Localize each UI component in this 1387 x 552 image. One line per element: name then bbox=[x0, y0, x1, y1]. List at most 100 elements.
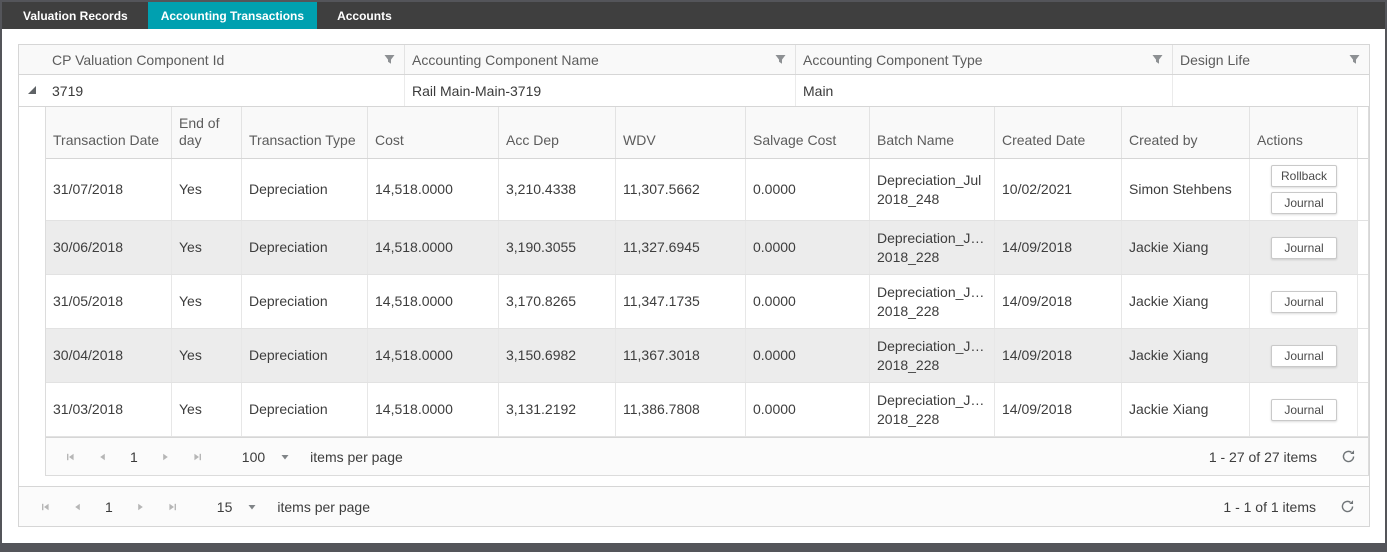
column-header-transaction-type[interactable]: Transaction Type bbox=[242, 107, 368, 158]
journal-button[interactable]: Journal bbox=[1271, 192, 1337, 214]
column-header-cp-valuation-component-id[interactable]: CP Valuation Component Id bbox=[45, 45, 405, 74]
detail-pager: 1 100 items per page 1 - 27 of 27 items bbox=[46, 437, 1368, 475]
tab-accounts[interactable]: Accounts bbox=[324, 2, 405, 29]
cell-salvage-cost: 0.0000 bbox=[746, 221, 870, 274]
cell-transaction-date: 30/04/2018 bbox=[46, 329, 172, 382]
cell-transaction-date: 31/03/2018 bbox=[46, 383, 172, 436]
column-header-label: CP Valuation Component Id bbox=[52, 51, 225, 68]
page-size-dropdown[interactable]: 100 bbox=[242, 449, 290, 465]
next-page-button[interactable] bbox=[154, 445, 178, 469]
tab-bar: Valuation Records Accounting Transaction… bbox=[2, 2, 1385, 29]
cell-batch-name: Depreciation_J… 2018_228 bbox=[870, 275, 995, 328]
cell-transaction-type: Depreciation bbox=[242, 221, 368, 274]
table-row: 30/04/2018 Yes Depreciation 14,518.0000 … bbox=[46, 329, 1368, 383]
last-page-button[interactable] bbox=[186, 445, 210, 469]
cell-cost: 14,518.0000 bbox=[368, 221, 499, 274]
pager-range-label: 1 - 1 of 1 items bbox=[1223, 498, 1316, 515]
cell-created-date: 14/09/2018 bbox=[995, 329, 1122, 382]
tab-accounting-transactions[interactable]: Accounting Transactions bbox=[147, 2, 318, 29]
cell-created-date: 14/09/2018 bbox=[995, 221, 1122, 274]
cell-salvage-cost: 0.0000 bbox=[746, 275, 870, 328]
collapse-detail-toggle[interactable] bbox=[19, 75, 45, 106]
column-header-accounting-component-name[interactable]: Accounting Component Name bbox=[405, 45, 796, 74]
column-header-wdv[interactable]: WDV bbox=[616, 107, 746, 158]
refresh-icon bbox=[1341, 500, 1354, 513]
column-header-label: Design Life bbox=[1180, 51, 1251, 68]
cell-accounting-component-name: Rail Main-Main-3719 bbox=[405, 75, 796, 106]
column-header-transaction-date[interactable]: Transaction Date bbox=[46, 107, 172, 158]
cell-transaction-type: Depreciation bbox=[242, 159, 368, 220]
journal-button[interactable]: Journal bbox=[1271, 236, 1337, 259]
table-row: 30/06/2018 Yes Depreciation 14,518.0000 … bbox=[46, 221, 1368, 275]
column-header-created-date[interactable]: Created Date bbox=[995, 107, 1122, 158]
prev-page-button[interactable] bbox=[65, 495, 89, 519]
journal-button[interactable]: Journal bbox=[1271, 290, 1337, 313]
pager-range-label: 1 - 27 of 27 items bbox=[1208, 448, 1317, 465]
page-content: CP Valuation Component Id Accounting Com… bbox=[2, 29, 1385, 527]
master-row: 3719 Rail Main-Main-3719 Main bbox=[19, 75, 1369, 107]
filter-icon[interactable] bbox=[768, 53, 787, 66]
next-page-icon bbox=[162, 453, 168, 460]
scrollbar-gutter bbox=[1358, 275, 1368, 328]
page-size-dropdown[interactable]: 15 bbox=[217, 499, 258, 515]
cell-created-date: 10/02/2021 bbox=[995, 159, 1122, 220]
journal-button[interactable]: Journal bbox=[1271, 398, 1337, 421]
cell-acc-dep: 3,210.4338 bbox=[499, 159, 616, 220]
filter-icon[interactable] bbox=[377, 53, 396, 66]
first-page-button[interactable] bbox=[58, 445, 82, 469]
prev-page-button[interactable] bbox=[90, 445, 114, 469]
column-header-salvage-cost[interactable]: Salvage Cost bbox=[746, 107, 870, 158]
cell-cost: 14,518.0000 bbox=[368, 159, 499, 220]
prev-page-icon bbox=[100, 453, 105, 460]
cell-cp-valuation-component-id: 3719 bbox=[45, 75, 405, 106]
expand-collapse-icon bbox=[26, 83, 38, 99]
refresh-button[interactable] bbox=[1341, 449, 1356, 464]
cell-created-date: 14/09/2018 bbox=[995, 383, 1122, 436]
cell-acc-dep: 3,170.8265 bbox=[499, 275, 616, 328]
next-page-button[interactable] bbox=[129, 495, 153, 519]
scrollbar-gutter bbox=[1358, 329, 1368, 382]
cell-batch-name: Depreciation_Jul 2018_248 bbox=[870, 159, 995, 220]
column-header-end-of-day[interactable]: End of day bbox=[172, 107, 242, 158]
chevron-down-icon bbox=[248, 504, 256, 509]
first-page-button[interactable] bbox=[33, 495, 57, 519]
cell-created-by: Jackie Xiang bbox=[1122, 275, 1250, 328]
cell-actions: Journal bbox=[1250, 329, 1358, 382]
column-header-batch-name[interactable]: Batch Name bbox=[870, 107, 995, 158]
cell-created-by: Simon Stehbens bbox=[1122, 159, 1250, 220]
hierarchy-header-cell bbox=[19, 45, 45, 74]
current-page[interactable]: 1 bbox=[126, 449, 142, 465]
cell-end-of-day: Yes bbox=[172, 159, 242, 220]
cell-batch-name: Depreciation_J… 2018_228 bbox=[870, 221, 995, 274]
cell-transaction-type: Depreciation bbox=[242, 329, 368, 382]
journal-button[interactable]: Journal bbox=[1271, 344, 1337, 367]
cell-actions: Journal bbox=[1250, 383, 1358, 436]
cell-end-of-day: Yes bbox=[172, 329, 242, 382]
refresh-button[interactable] bbox=[1340, 499, 1355, 514]
cell-actions: Journal bbox=[1250, 221, 1358, 274]
column-header-created-by[interactable]: Created by bbox=[1122, 107, 1250, 158]
filter-icon[interactable] bbox=[1342, 53, 1361, 66]
filter-icon[interactable] bbox=[1145, 53, 1164, 66]
accounting-transactions-grid: CP Valuation Component Id Accounting Com… bbox=[18, 44, 1370, 527]
current-page[interactable]: 1 bbox=[101, 499, 117, 515]
column-header-label: Accounting Component Name bbox=[412, 51, 599, 68]
column-header-actions[interactable]: Actions bbox=[1250, 107, 1358, 158]
tab-valuation-records[interactable]: Valuation Records bbox=[10, 2, 141, 29]
column-header-accounting-component-type[interactable]: Accounting Component Type bbox=[796, 45, 1173, 74]
cell-transaction-type: Depreciation bbox=[242, 383, 368, 436]
cell-transaction-type: Depreciation bbox=[242, 275, 368, 328]
column-header-acc-dep[interactable]: Acc Dep bbox=[499, 107, 616, 158]
items-per-page-label: items per page bbox=[277, 498, 370, 515]
page-size-value: 15 bbox=[216, 498, 233, 515]
column-header-cost[interactable]: Cost bbox=[368, 107, 499, 158]
rollback-button[interactable]: Rollback bbox=[1271, 165, 1337, 187]
cell-batch-name: Depreciation_J… 2018_228 bbox=[870, 383, 995, 436]
cell-batch-name: Depreciation_J… 2018_228 bbox=[870, 329, 995, 382]
column-header-design-life[interactable]: Design Life bbox=[1173, 45, 1369, 74]
last-page-button[interactable] bbox=[161, 495, 185, 519]
prev-page-icon bbox=[75, 503, 80, 510]
cell-wdv: 11,327.6945 bbox=[616, 221, 746, 274]
master-pager: 1 15 items per page 1 - 1 of 1 items bbox=[19, 486, 1369, 526]
last-page-icon bbox=[194, 453, 201, 460]
